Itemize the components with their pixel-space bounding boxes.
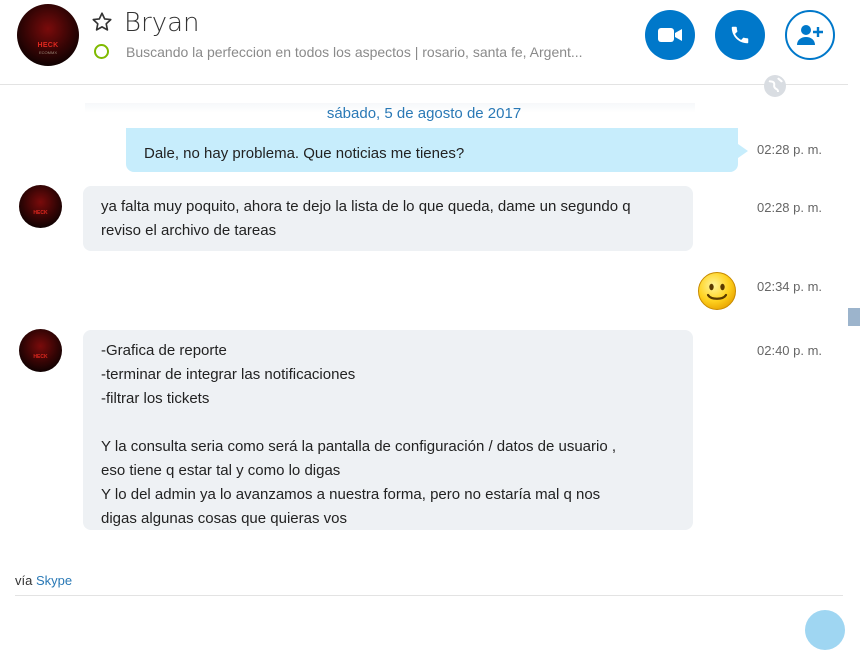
smile-emoji-icon[interactable]	[697, 271, 737, 311]
message-text	[101, 411, 675, 435]
chat-header: HECK ECOMMX Bryan Buscando la perfeccion…	[0, 0, 862, 85]
message-timestamp: 02:28 p. m.	[757, 200, 823, 215]
contact-name: Bryan	[124, 8, 200, 38]
message-text: ya falta muy poquito, ahora te dejo la l…	[101, 198, 631, 215]
message-text: Dale, no hay problema. Que noticias me t…	[144, 145, 465, 162]
video-call-button[interactable]	[645, 10, 695, 60]
message-timestamp: 02:28 p. m.	[757, 142, 823, 157]
conversation-pane: sábado, 5 de agosto de 2017 Dale, no hay…	[0, 85, 848, 650]
scrollbar-thumb[interactable]	[848, 308, 860, 326]
message-timestamp: 02:40 p. m.	[757, 343, 823, 358]
avatar-brand-text: HECK	[37, 42, 59, 49]
message-text: Y la consulta seria como será la pantall…	[101, 438, 617, 455]
audio-call-button[interactable]	[715, 10, 765, 60]
message-bubble-incoming[interactable]: ya falta muy poquito, ahora te dejo la l…	[83, 186, 693, 251]
message-text: -filtrar los tickets	[101, 390, 210, 407]
message-text: Y lo del admin ya lo avanzamos a nuestra…	[101, 486, 601, 503]
date-separator: sábado, 5 de agosto de 2017	[326, 105, 522, 122]
via-prefix: vía	[15, 573, 33, 588]
message-bubble-incoming[interactable]: -Grafica de reporte -terminar de integra…	[83, 330, 693, 530]
message-text: -Grafica de reporte	[101, 342, 227, 359]
contact-avatar[interactable]: HECK ECOMMX	[17, 4, 79, 66]
phone-icon	[731, 26, 749, 44]
bubble-tail	[738, 144, 748, 158]
message-text: -terminar de integrar las notificaciones	[101, 366, 356, 383]
add-person-icon	[797, 25, 823, 45]
avatar-brand-subtext: ECOMMX	[39, 50, 57, 55]
sender-avatar[interactable]: HECK	[19, 185, 62, 228]
via-label: vía Skype	[15, 573, 72, 588]
send-button[interactable]	[805, 610, 845, 650]
avatar-brand-text: HECK	[33, 210, 48, 216]
message-timestamp: 02:34 p. m.	[757, 279, 823, 294]
skype-link[interactable]: Skype	[36, 573, 72, 588]
message-bubble-outgoing[interactable]: Dale, no hay problema. Que noticias me t…	[126, 128, 748, 172]
message-text: digas algunas cosas que quieras vos	[101, 510, 347, 527]
compose-divider	[15, 595, 843, 596]
presence-status-icon	[94, 44, 109, 59]
message-text: reviso el archivo de tareas	[101, 222, 277, 239]
video-camera-icon	[658, 28, 682, 42]
add-people-button[interactable]	[785, 10, 835, 60]
star-icon[interactable]	[91, 11, 113, 33]
mood-message: Buscando la perfeccion en todos los aspe…	[126, 44, 583, 60]
sender-avatar[interactable]: HECK	[19, 329, 62, 372]
avatar-brand-text: HECK	[33, 354, 48, 360]
message-text: eso tiene q estar tal y como lo digas	[101, 462, 341, 479]
